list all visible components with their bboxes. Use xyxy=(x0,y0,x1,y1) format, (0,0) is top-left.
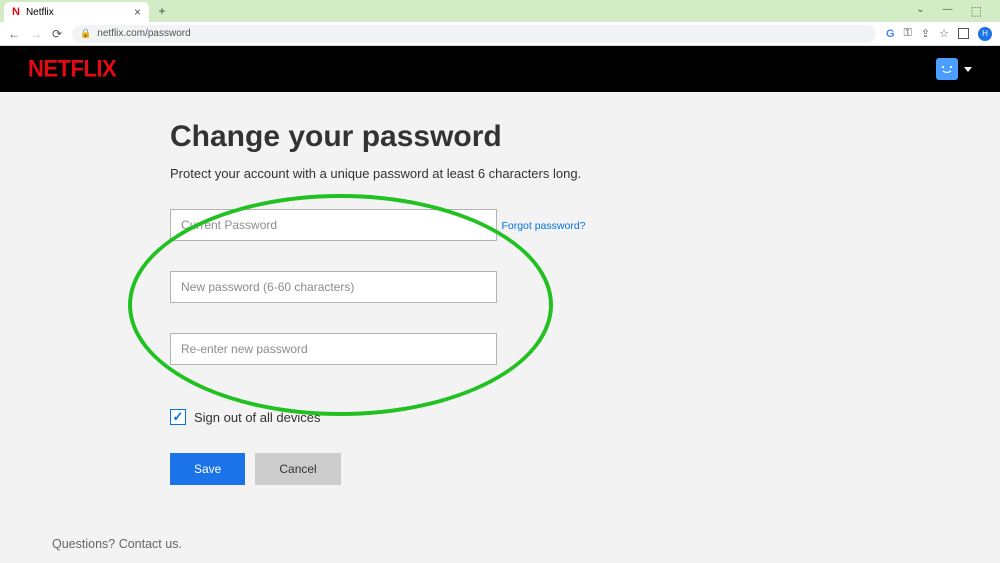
url-bar: ← → ⟳ 🔒 netflix.com/password G ⚿ ⇪ ☆ H xyxy=(0,22,1000,46)
forgot-password-link[interactable]: Forgot password? xyxy=(501,220,585,232)
window-controls: ⌄ — ⬚ xyxy=(916,4,996,18)
minimize-icon[interactable]: — xyxy=(943,4,953,18)
close-tab-icon[interactable]: × xyxy=(134,5,141,19)
star-icon[interactable]: ☆ xyxy=(939,27,949,40)
save-button[interactable]: Save xyxy=(170,453,245,485)
netflix-logo[interactable]: NETFLIX xyxy=(28,55,116,84)
chevron-down-icon[interactable]: ⌄ xyxy=(916,4,924,18)
maximize-icon[interactable]: ⬚ xyxy=(971,4,982,18)
browser-tab[interactable]: N Netflix × xyxy=(4,2,149,22)
reenter-password-input[interactable] xyxy=(170,333,497,365)
signout-checkbox[interactable]: ✓ xyxy=(170,409,186,425)
profile-badge[interactable]: H xyxy=(978,27,992,41)
reload-button[interactable]: ⟳ xyxy=(52,27,62,41)
checkmark-icon: ✓ xyxy=(173,409,184,425)
new-password-input[interactable] xyxy=(170,271,497,303)
netflix-favicon: N xyxy=(12,6,20,18)
profile-menu[interactable] xyxy=(936,58,972,80)
forward-button[interactable]: → xyxy=(30,27,42,41)
signout-label: Sign out of all devices xyxy=(194,410,320,425)
tab-title: Netflix xyxy=(26,7,54,18)
lock-icon: 🔒 xyxy=(80,28,91,39)
footer-questions[interactable]: Questions? Contact us. xyxy=(52,537,182,551)
current-password-input[interactable] xyxy=(170,209,497,241)
chevron-down-icon xyxy=(964,67,972,72)
cancel-button[interactable]: Cancel xyxy=(255,453,340,485)
key-icon[interactable]: ⚿ xyxy=(904,27,912,40)
google-icon[interactable]: G xyxy=(886,28,895,40)
back-button[interactable]: ← xyxy=(8,27,20,41)
extensions-icon[interactable] xyxy=(958,28,969,39)
subtitle: Protect your account with a unique passw… xyxy=(170,166,670,181)
netflix-header: NETFLIX xyxy=(0,46,1000,92)
share-icon[interactable]: ⇪ xyxy=(921,27,930,40)
avatar xyxy=(936,58,958,80)
main-content: Change your password Protect your accoun… xyxy=(0,92,1000,563)
browser-tab-strip: N Netflix × + ⌄ — ⬚ xyxy=(0,0,1000,22)
new-tab-button[interactable]: + xyxy=(154,4,170,18)
url-text: netflix.com/password xyxy=(97,28,190,39)
page-title: Change your password xyxy=(170,120,670,154)
url-field[interactable]: 🔒 netflix.com/password xyxy=(72,25,876,43)
